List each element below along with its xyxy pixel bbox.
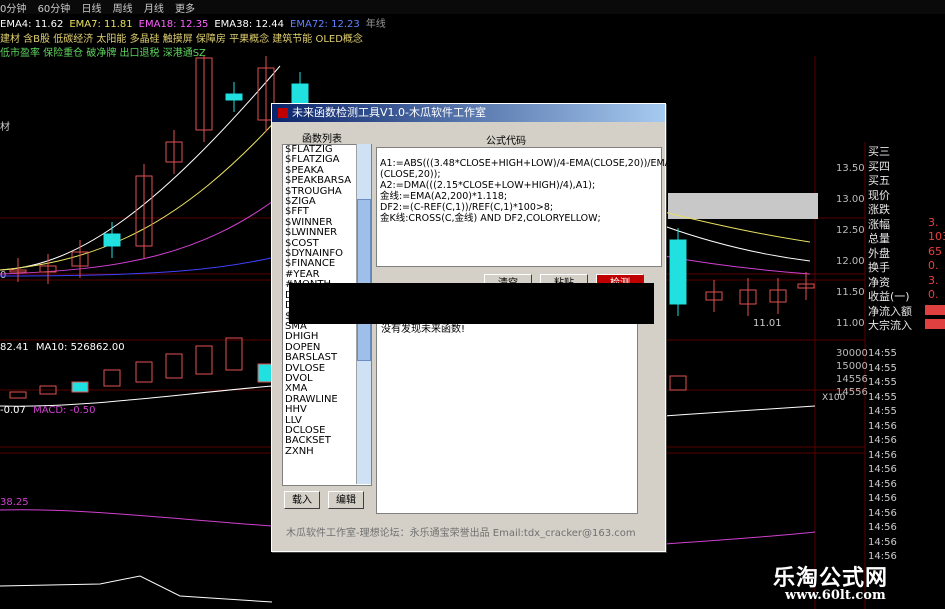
- price-axis-tick: 13.00: [836, 194, 865, 205]
- candle: [225, 93, 243, 101]
- flow-bar: [925, 319, 945, 329]
- ema-legend-item: EMA38: 12.44: [214, 19, 285, 30]
- quote-value: 0.: [928, 259, 939, 272]
- volume-bar: [135, 361, 153, 383]
- macd-legend: -0.07 MACD: -0.50: [0, 405, 95, 416]
- tick-time: 14:56: [868, 420, 897, 432]
- concept-tags-2: 低市盈率 保险重仓 破净牌 出口退税 深港通SZ: [0, 48, 206, 59]
- dialog-footer: 木瓜软件工作室-理想论坛：永乐通宝荣誉出品 Email:tdx_cracker@…: [286, 528, 636, 539]
- candle: [669, 239, 687, 305]
- ma5-value: 82.41: [0, 342, 29, 353]
- dialog-titlebar[interactable]: 未来函数检测工具V1.0-木瓜软件工作室: [272, 104, 665, 122]
- tick-time: 14:56: [868, 464, 897, 475]
- formula-check-dialog: 未来函数检测工具V1.0-木瓜软件工作室 函数列表 $FLATZIG $FLATZ…: [271, 103, 672, 552]
- tick-time: 14:55: [868, 348, 897, 359]
- tick-time: 14:55: [868, 391, 897, 403]
- low-price-label: 11.01: [753, 318, 782, 329]
- code-line: A2:=DMA(((2.15*CLOSE+LOW+HIGH)/4),A1);: [380, 180, 596, 191]
- ema-legend-item: EMA4: 11.62: [0, 19, 64, 30]
- tick-time: 14:55: [868, 362, 897, 374]
- indicator-line: [0, 575, 273, 603]
- ema-legend-item: 年线: [365, 19, 386, 30]
- tab-period[interactable]: 更多: [175, 4, 195, 15]
- tick-time: 14:56: [868, 435, 897, 446]
- volume-axis-tick: 15000: [836, 361, 868, 372]
- tick-time: 14:56: [868, 449, 897, 461]
- tick-time: 14:56: [868, 478, 897, 490]
- volume-bar: [103, 369, 121, 387]
- code-line: (CLOSE,20));: [380, 169, 441, 180]
- tick-time: 14:56: [868, 536, 897, 548]
- edit-button[interactable]: 编辑: [328, 491, 364, 509]
- tab-period[interactable]: 月线: [144, 4, 164, 15]
- period-tabs: 0分钟 60分钟 日线 周线 月线 更多: [0, 0, 945, 15]
- load-button[interactable]: 载入: [284, 491, 320, 509]
- ema-legend-item: EMA72: 12.23: [290, 19, 360, 30]
- dialog-title: 未来函数检测工具V1.0-木瓜软件工作室: [292, 106, 486, 119]
- quote-value: 0.: [928, 288, 939, 301]
- ema-line: [0, 115, 281, 271]
- tick-time: 14:56: [868, 507, 897, 519]
- bottom-indicator-value: 38.25: [0, 497, 29, 508]
- tick-time: 14:56: [868, 493, 897, 504]
- tab-period[interactable]: 日线: [81, 4, 101, 15]
- volume-bar: [225, 337, 243, 371]
- code-line: 金K线:CROSS(C,金线) AND DF2,COLORYELLOW;: [380, 213, 601, 224]
- price-axis-tick: 11.00: [836, 318, 865, 329]
- tab-period[interactable]: 0分钟: [0, 4, 26, 15]
- volume-bar: [9, 391, 27, 399]
- code-line: A1:=ABS(((3.48*CLOSE+HIGH+LOW)/4-EMA(CLO…: [380, 158, 672, 169]
- volume-axis-tick: 14556: [836, 387, 868, 398]
- app-icon: [278, 108, 288, 118]
- quote-value: 3.: [928, 215, 939, 229]
- quote-value: 65: [928, 244, 942, 258]
- ema-legend-item: EMA18: 12.35: [138, 19, 209, 30]
- formula-code-textarea[interactable]: A1:=ABS(((3.48*CLOSE+HIGH+LOW)/4-EMA(CLO…: [376, 147, 672, 267]
- tick-time: 14:56: [868, 522, 897, 533]
- volume-axis-tick: 14556: [836, 374, 868, 385]
- quote-value: 103: [928, 230, 945, 243]
- tick-time: 14:55: [868, 377, 897, 388]
- formula-code-header: 公式代码: [486, 136, 526, 147]
- quote-label: 大宗流入: [868, 319, 912, 332]
- quote-value: 3.: [928, 273, 939, 287]
- tick-time: 14:55: [868, 406, 897, 417]
- ema-legend: EMA4: 11.62 EMA7: 11.81 EMA18: 12.35 EMA38:…: [0, 15, 945, 30]
- ma-legend: 82.41 MA10: 526862.00: [0, 342, 125, 353]
- ema-legend-item: EMA7: 11.81: [69, 19, 133, 30]
- flow-bar: [925, 304, 945, 315]
- price-axis-tick: 12.00: [836, 256, 865, 267]
- highlight-band: [668, 193, 818, 219]
- redaction-bar: [289, 283, 654, 324]
- tab-period[interactable]: 周线: [113, 4, 133, 15]
- price-axis-tick: 12.50: [836, 225, 865, 236]
- volume-axis-tick: 30000: [836, 348, 868, 359]
- price-axis-tick: 13.50: [836, 163, 865, 174]
- price-axis-tick: 11.50: [836, 287, 865, 298]
- code-line: 金线:=EMA(A2,200)*1.118;: [380, 191, 508, 202]
- code-line: DF2:=(C-REF(C,1))/REF(C,1)*100>8;: [380, 202, 554, 213]
- volume-bar: [165, 353, 183, 379]
- macd-value-left: -0.07: [0, 405, 26, 416]
- tab-period[interactable]: 60分钟: [38, 4, 71, 15]
- volume-bar: [71, 381, 89, 393]
- watermark-url: www.60lt.com: [785, 588, 886, 603]
- volume-bar: [195, 345, 213, 375]
- ma10-value: MA10: 526862.00: [35, 342, 125, 353]
- candle: [103, 233, 121, 247]
- volume-bar: [669, 375, 687, 391]
- macd-value: MACD: -0.50: [33, 405, 96, 416]
- result-box: 没有发现未来函数!: [376, 316, 638, 514]
- scroll-thumb[interactable]: [357, 199, 371, 361]
- function-list-header: 函数列表: [302, 134, 342, 145]
- concept-tags-1: 建材 含B股 低碳经济 太阳能 多晶硅 触摸屏 保障房 平果概念 建筑节能 OL…: [0, 34, 363, 45]
